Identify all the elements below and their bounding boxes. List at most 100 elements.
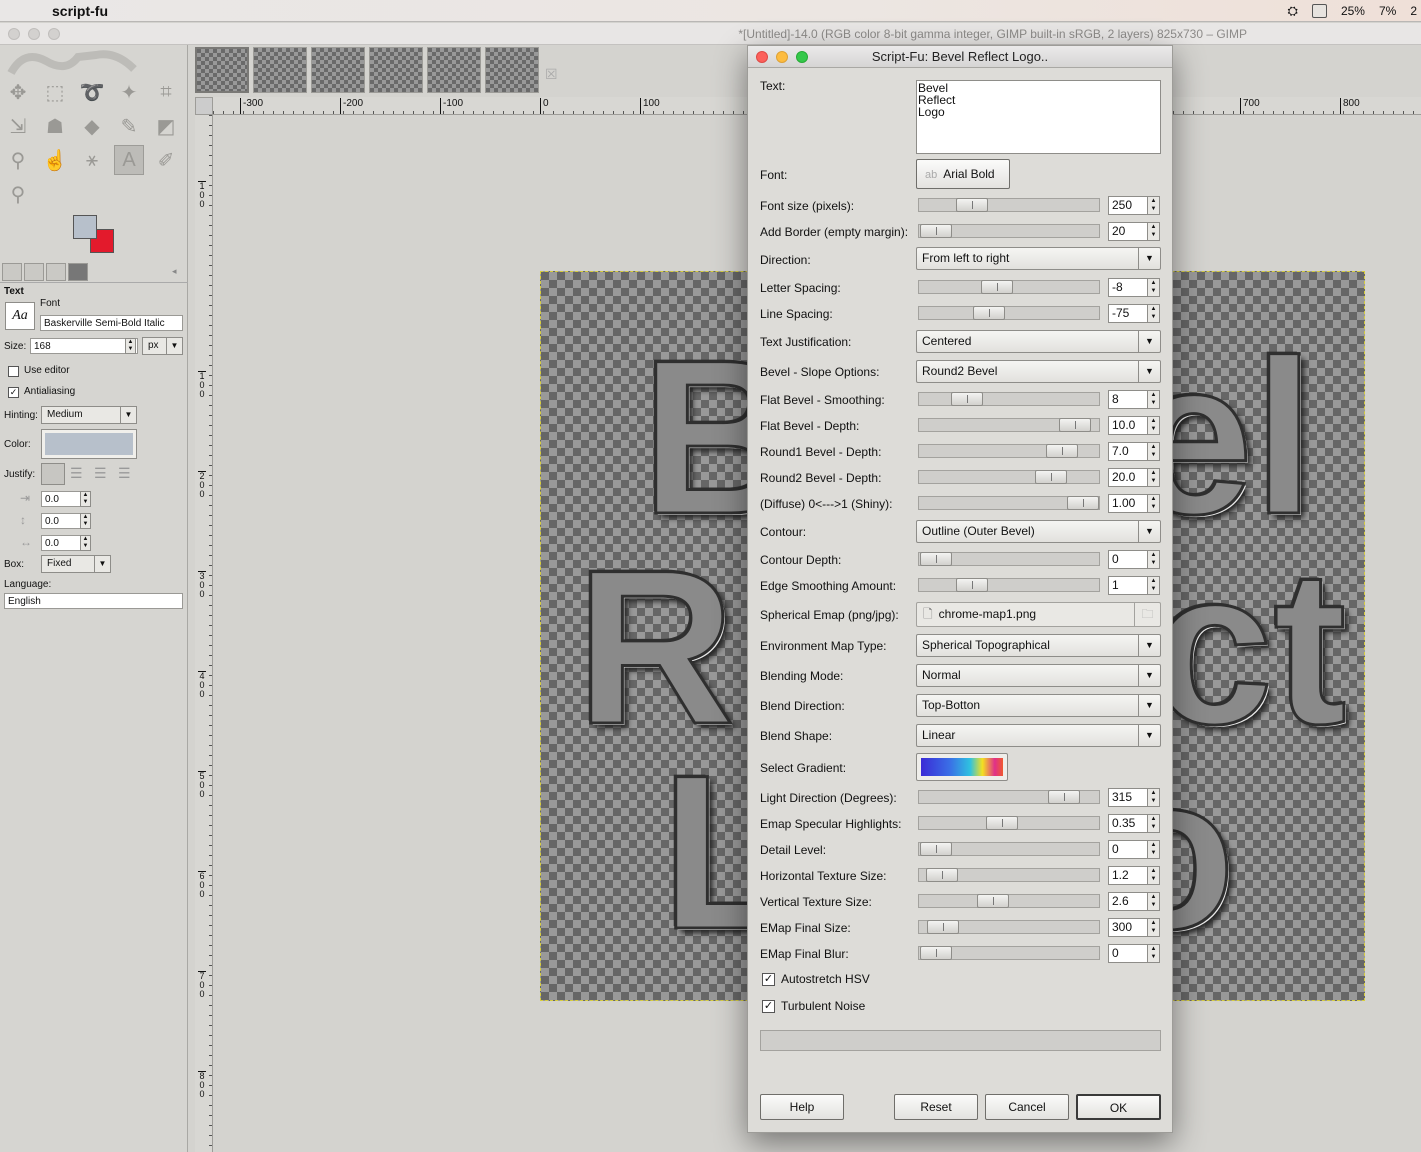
image-thumbnail[interactable] [485, 47, 539, 93]
justify-right-icon[interactable]: ☰ [70, 465, 83, 482]
emap-size-spin[interactable]: 300 ▲ ▼ [1108, 918, 1160, 937]
image-thumbnail[interactable] [369, 47, 423, 93]
emap-blur-spin[interactable]: 0 ▲ ▼ [1108, 944, 1160, 963]
detail-slider[interactable] [918, 842, 1100, 856]
antialiasing-checkbox[interactable]: ✓ [8, 387, 19, 398]
detail-spin[interactable]: 0 ▲ ▼ [1108, 840, 1160, 859]
indent-stepper[interactable]: ▲ ▼ [80, 491, 91, 507]
window-zoom-icon[interactable] [48, 28, 60, 40]
font-entry[interactable]: Baskerville Semi-Bold Italic [40, 315, 183, 331]
diffuse-slider[interactable] [918, 496, 1100, 510]
blend-mode-select[interactable]: Normal ▼ [916, 664, 1161, 687]
ok-button[interactable]: OK [1076, 1094, 1161, 1120]
direction-select[interactable]: From left to right ▼ [916, 247, 1161, 270]
dialog-zoom-icon[interactable] [796, 51, 808, 63]
line-spacing-stepper[interactable]: ▲ ▼ [80, 513, 91, 529]
font-button[interactable]: ab Arial Bold [916, 159, 1010, 189]
window-minimize-icon[interactable] [28, 28, 40, 40]
font-size-spin[interactable]: 250 ▲ ▼ [1108, 196, 1160, 215]
size-entry[interactable]: 168 [30, 338, 138, 354]
clone-tool-icon[interactable]: ⚲ [3, 145, 33, 175]
size-stepper[interactable]: ▲ ▼ [125, 338, 136, 354]
font-size-slider[interactable] [918, 198, 1100, 212]
flat-smoothing-spin[interactable]: 8 ▲ ▼ [1108, 390, 1160, 409]
image-thumbnail[interactable] [311, 47, 365, 93]
round2-slider[interactable] [918, 470, 1100, 484]
vtex-slider[interactable] [918, 894, 1100, 908]
reset-button[interactable]: Reset [894, 1094, 978, 1120]
round1-slider[interactable] [918, 444, 1100, 458]
window-close-icon[interactable] [8, 28, 20, 40]
text-color-button[interactable] [41, 429, 137, 459]
emap-blur-slider[interactable] [918, 946, 1100, 960]
slope-select[interactable]: Round2 Bevel ▼ [916, 360, 1161, 383]
cancel-button[interactable]: Cancel [985, 1094, 1069, 1120]
paintbrush-tool-icon[interactable]: ✎ [114, 111, 144, 141]
image-thumbnail[interactable] [427, 47, 481, 93]
image-thumbnail[interactable] [253, 47, 307, 93]
tab-images[interactable] [68, 263, 88, 281]
image-thumbnail[interactable] [195, 47, 249, 93]
close-icon[interactable]: ☒ [545, 66, 558, 83]
eraser-tool-icon[interactable]: ◩ [151, 111, 181, 141]
box-select[interactable]: Fixed ▼ [41, 555, 111, 573]
crop-tool-icon[interactable]: ⌗ [151, 77, 181, 107]
justification-select[interactable]: Centered ▼ [916, 330, 1161, 353]
lasso-tool-icon[interactable]: ➰ [77, 77, 107, 107]
justify-fill-icon[interactable]: ☰ [118, 465, 131, 482]
round2-spin[interactable]: 20.0 ▲ ▼ [1108, 468, 1160, 487]
move-tool-icon[interactable]: ✥ [3, 77, 33, 107]
border-spin[interactable]: 20 ▲ ▼ [1108, 222, 1160, 241]
dialog-close-icon[interactable] [756, 51, 768, 63]
paths-tool-icon[interactable]: ⚹ [77, 145, 107, 175]
zoom-tool-icon[interactable]: ⚲ [3, 179, 33, 209]
htex-slider[interactable] [918, 868, 1100, 882]
flat-smoothing-slider[interactable] [918, 392, 1100, 406]
blend-shape-select[interactable]: Linear ▼ [916, 724, 1161, 747]
tab-tool-options[interactable] [2, 263, 22, 281]
justify-left-button[interactable] [41, 463, 65, 485]
battery-percent[interactable]: 25% [1341, 4, 1365, 18]
emap-size-slider[interactable] [918, 920, 1100, 934]
rect-select-tool-icon[interactable]: ⬚ [40, 77, 70, 107]
htex-spin[interactable]: 1.2 ▲ ▼ [1108, 866, 1160, 885]
color-picker-tool-icon[interactable]: ✐ [151, 145, 181, 175]
turbulent-checkbox[interactable]: ✓ [762, 1000, 775, 1013]
emap-file-chooser[interactable]: 🗋 chrome-map1.png 🗀 [916, 602, 1161, 627]
cpu-percent[interactable]: 7% [1379, 4, 1396, 18]
justify-center-icon[interactable]: ☰ [94, 465, 107, 482]
hinting-select[interactable]: Medium ▼ [41, 406, 137, 424]
tab-undo-history[interactable] [46, 263, 66, 281]
help-button[interactable]: Help [760, 1094, 844, 1120]
app-menu-name[interactable]: script-fu [52, 3, 108, 19]
light-direction-slider[interactable] [918, 790, 1100, 804]
light-direction-spin[interactable]: 315 ▲ ▼ [1108, 788, 1160, 807]
clock-partial[interactable]: 2 [1410, 4, 1417, 18]
foreground-color-swatch[interactable] [73, 215, 97, 239]
envmap-select[interactable]: Spherical Topographical ▼ [916, 634, 1161, 657]
contour-select[interactable]: Outline (Outer Bevel) ▼ [916, 520, 1161, 543]
letter-spacing-stepper[interactable]: ▲ ▼ [80, 535, 91, 551]
edge-slider[interactable] [918, 578, 1100, 592]
size-unit-select[interactable]: px ▼ [142, 337, 183, 355]
warp-tool-icon[interactable]: ☗ [40, 111, 70, 141]
fuzzy-select-tool-icon[interactable]: ✦ [114, 77, 144, 107]
blend-direction-select[interactable]: Top-Botton ▼ [916, 694, 1161, 717]
language-entry[interactable]: English [4, 593, 183, 609]
letter-spacing-spin[interactable]: -8 ▲ ▼ [1108, 278, 1160, 297]
status-menu-icon[interactable]: ⛭ [1288, 3, 1298, 19]
vertical-ruler[interactable]: 1 0 0 1 0 0 2 0 0 3 0 0 4 0 0 5 0 0 6 0 … [195, 115, 213, 1152]
border-slider[interactable] [918, 224, 1100, 238]
edge-spin[interactable]: 1 ▲ ▼ [1108, 576, 1160, 595]
specular-slider[interactable] [918, 816, 1100, 830]
diffuse-spin[interactable]: 1.00 ▲ ▼ [1108, 494, 1160, 513]
contour-depth-slider[interactable] [918, 552, 1100, 566]
flat-depth-slider[interactable] [918, 418, 1100, 432]
text-tool-icon[interactable]: A [114, 145, 144, 175]
scale-tool-icon[interactable]: ⇲ [3, 111, 33, 141]
line-spacing-slider[interactable] [918, 306, 1100, 320]
use-editor-checkbox[interactable] [8, 366, 19, 377]
contour-depth-spin[interactable]: 0 ▲ ▼ [1108, 550, 1160, 569]
fg-bg-colors[interactable] [73, 215, 117, 255]
letter-spacing-slider[interactable] [918, 280, 1100, 294]
